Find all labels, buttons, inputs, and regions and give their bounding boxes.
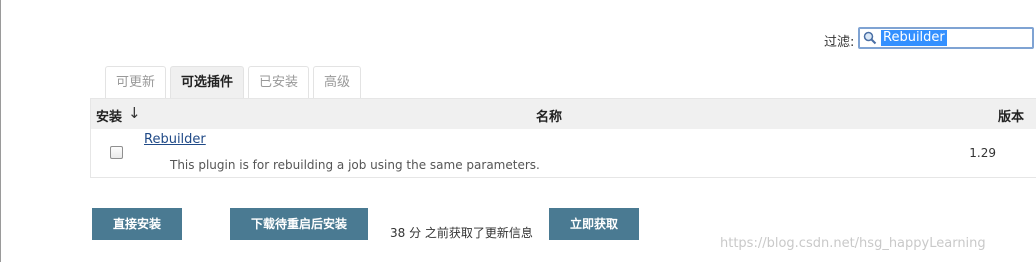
column-header-version[interactable]: 版本 xyxy=(998,106,1024,125)
plugins-table: 安装 ↓ 名称 版本 Rebuilder This plugin is for … xyxy=(90,98,1036,178)
filter-label: 过滤: xyxy=(824,35,855,50)
plugin-manager-tabs: 可更新 可选插件 已安装 高级 xyxy=(105,66,365,99)
update-info-text: 38 分 之前获取了更新信息 xyxy=(390,226,533,240)
tab-available[interactable]: 可选插件 xyxy=(170,66,245,99)
table-row: Rebuilder This plugin is for rebuilding … xyxy=(91,129,1036,178)
tab-installed[interactable]: 已安装 xyxy=(248,66,310,98)
filter-input[interactable] xyxy=(880,30,1030,46)
install-checkbox[interactable] xyxy=(110,146,123,159)
check-now-button[interactable]: 立即获取 xyxy=(549,208,639,240)
search-icon xyxy=(863,31,877,45)
watermark: https://blog.csdn.net/hsg_happyLearning xyxy=(720,236,986,251)
column-header-install[interactable]: 安装 xyxy=(96,106,122,125)
tab-advanced[interactable]: 高级 xyxy=(313,66,362,98)
table-header: 安装 ↓ 名称 版本 xyxy=(91,99,1036,129)
filter-field[interactable]: Rebuilder xyxy=(858,27,1034,49)
plugin-description: This plugin is for rebuilding a job usin… xyxy=(170,158,540,172)
tab-updates[interactable]: 可更新 xyxy=(105,66,167,98)
download-restart-button[interactable]: 下载待重启后安装 xyxy=(230,208,368,240)
plugin-version: 1.29 xyxy=(969,146,996,160)
sort-arrow-icon[interactable]: ↓ xyxy=(128,104,141,122)
page-left-border xyxy=(0,0,1,262)
plugin-name-link[interactable]: Rebuilder xyxy=(144,132,206,147)
install-now-button[interactable]: 直接安装 xyxy=(92,208,182,240)
column-header-name[interactable]: 名称 xyxy=(536,106,562,125)
